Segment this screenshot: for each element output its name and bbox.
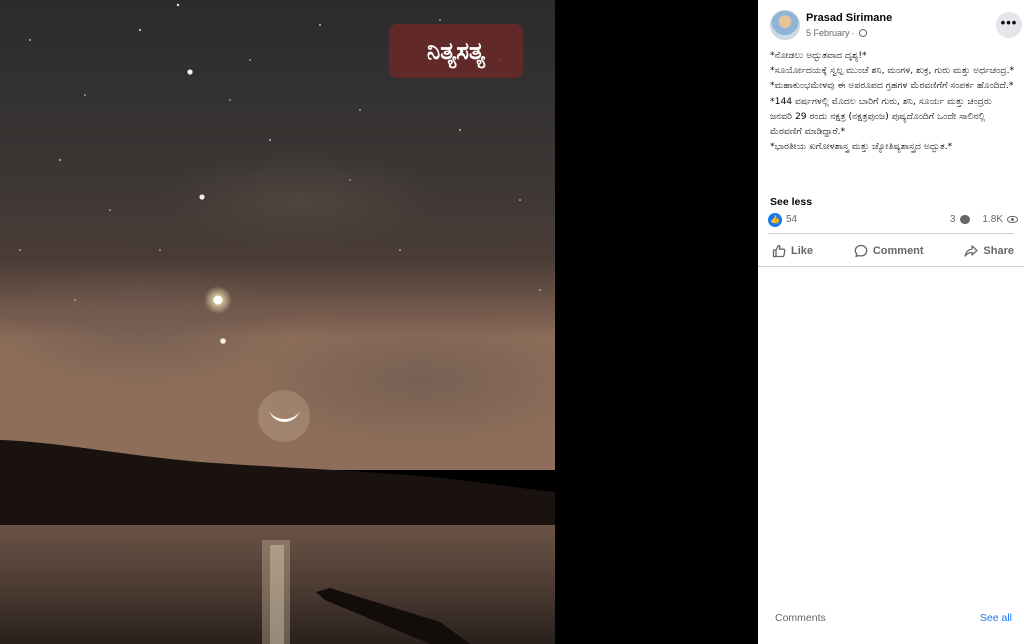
like-button[interactable]: Like (768, 237, 817, 265)
like-reaction-icon[interactable]: 👍 (768, 213, 782, 227)
post-date[interactable]: 5 February (806, 28, 850, 38)
share-button[interactable]: Share (960, 237, 1018, 265)
more-options-button[interactable]: ••• (996, 12, 1022, 38)
caption-line: *ಸೂರ್ಯೋದಯಕ್ಕೆ ಸ್ವಲ್ಪ ಮುಂಚೆ ಶನಿ, ಮಂಗಳ, ಶು… (770, 65, 1015, 77)
share-icon (964, 245, 979, 257)
caption-line: *ಭಾರತೀಯ ಖಗೋಳಶಾಸ್ತ್ರ ಮತ್ತು ಜ್ಯೋತಿಷ್ಯಶಾಸ್ತ… (770, 141, 953, 153)
avatar[interactable] (770, 10, 800, 40)
comment-count-icon (960, 215, 971, 224)
see-less-link[interactable]: See less (770, 196, 812, 208)
post-photo[interactable]: ನಿತ್ಯಸತ್ಯ (0, 0, 555, 644)
comment-label: Comment (872, 245, 924, 257)
caption-line: *ನೋಡಲು ಅದ್ಭುತವಾದ ದೃಶ್ಯ!* (770, 50, 867, 61)
comments-label: Comments (775, 612, 826, 624)
photo-watermark: ನಿತ್ಯಸತ್ಯ (389, 24, 523, 78)
photo-viewer: ನಿತ್ಯಸತ್ಯ (0, 0, 758, 644)
share-label: Share (983, 245, 1014, 257)
post-meta: 5 February · (806, 28, 867, 38)
reaction-bar: 👍 54 3 1.8K (768, 212, 1018, 230)
night-sky-image (0, 0, 555, 644)
view-count: 1.8K (982, 214, 1003, 225)
views-eye-icon (1007, 216, 1018, 223)
post-stats: 3 1.8K (950, 214, 1018, 225)
globe-icon (858, 29, 867, 37)
author-name[interactable]: Prasad Sirimane (806, 12, 892, 24)
divider (758, 266, 1024, 267)
post-header: Prasad Sirimane 5 February · ••• (768, 10, 1022, 42)
post-actions: Like Comment Share (768, 237, 1018, 265)
comment-button[interactable]: Comment (850, 237, 928, 265)
like-label: Like (791, 245, 814, 257)
reaction-count[interactable]: 54 (786, 214, 797, 225)
comment-icon (854, 244, 868, 258)
comment-count[interactable]: 3 (950, 214, 956, 225)
see-all-comments-link[interactable]: See all (980, 612, 1012, 624)
post-caption: *ನೋಡಲು ಅದ್ಭುತವಾದ ದೃಶ್ಯ!* *ಸೂರ್ಯೋದಯಕ್ಕೆ ಸ… (770, 48, 1016, 154)
like-icon (772, 244, 786, 258)
caption-line: *ಮಹಾಕುಂಭಮೇಳವು ಈ ಅಪರೂಪದ ಗ್ರಹಗಳ ಮೆರವಣಿಗೆಗೆ… (770, 80, 1014, 138)
post-panel: Prasad Sirimane 5 February · ••• *ನೋಡಲು … (758, 0, 1024, 644)
divider (768, 233, 1014, 234)
